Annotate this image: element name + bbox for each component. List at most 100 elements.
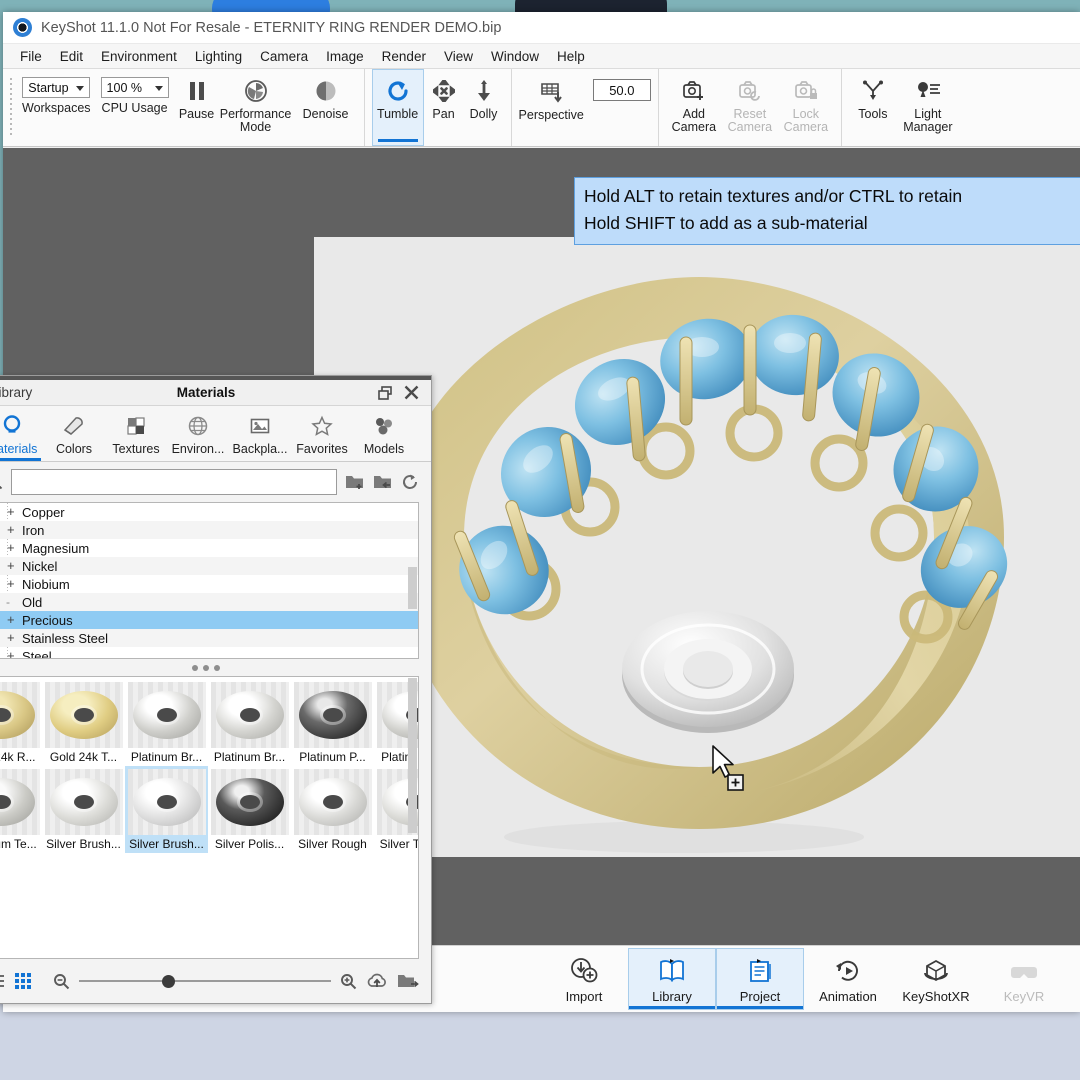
grid-view-icon[interactable] — [14, 972, 32, 990]
cloud-upload-icon[interactable] — [366, 972, 388, 990]
panel-splitter-handle[interactable] — [0, 659, 431, 676]
material-thumb[interactable]: Platinum Br... — [125, 679, 208, 766]
workspaces-control[interactable]: Startup Workspaces — [22, 69, 91, 146]
tree-expander[interactable]: + — [7, 577, 15, 590]
zoom-out-icon[interactable] — [53, 973, 70, 990]
tumble-button[interactable]: Tumble — [371, 69, 424, 146]
reset-camera-icon — [738, 78, 762, 104]
undock-icon[interactable] — [378, 385, 392, 400]
thumbnail-size-slider[interactable] — [79, 974, 331, 988]
tree-item-steel[interactable]: + Steel — [0, 647, 418, 659]
material-thumbnail-grid[interactable]: Gold 24k R... Gold 24k T... Platinum Br.… — [0, 676, 419, 959]
tab-models[interactable]: Models — [353, 407, 415, 461]
toolbar-group-perspective: Perspective 50.0 — [512, 69, 659, 146]
library-book-icon — [657, 955, 687, 987]
tree-expander[interactable]: + — [7, 505, 15, 518]
nav-animation-button[interactable]: Animation — [804, 948, 892, 1010]
menu-lighting[interactable]: Lighting — [186, 46, 251, 67]
tree-item-niobium[interactable]: + Niobium — [0, 575, 418, 593]
pan-button[interactable]: Pan — [424, 69, 464, 146]
tree-item-magnesium[interactable]: + Magnesium — [0, 539, 418, 557]
tree-expander[interactable]: + — [7, 541, 15, 554]
cpu-usage-combo[interactable]: 100 % — [100, 77, 169, 98]
tree-scrollbar[interactable] — [408, 567, 417, 609]
add-camera-button[interactable]: Add Camera — [666, 69, 722, 146]
material-preview — [0, 682, 40, 748]
tree-expander[interactable]: - — [6, 595, 10, 609]
grip-dot — [203, 664, 209, 671]
performance-mode-button[interactable]: Performance Mode — [217, 69, 295, 146]
material-thumb[interactable]: Platinum Br... — [208, 679, 291, 766]
light-manager-button[interactable]: Light Manager — [897, 69, 959, 146]
slider-handle[interactable] — [162, 974, 176, 988]
refresh-icon[interactable] — [401, 473, 419, 491]
nav-project-button[interactable]: Project — [716, 948, 804, 1010]
material-thumb[interactable]: Silver Rough — [291, 766, 374, 853]
performance-mode-icon — [244, 78, 268, 104]
menu-file[interactable]: File — [11, 46, 51, 67]
material-thumb[interactable]: Silver Polis... — [208, 766, 291, 853]
add-folder-icon[interactable] — [345, 473, 365, 491]
tree-expander[interactable]: + — [7, 631, 15, 644]
material-preview — [44, 769, 123, 835]
import-folder-icon[interactable] — [373, 473, 393, 491]
panel-title-bar[interactable]: Library Materials — [0, 376, 431, 406]
tree-item-nickel[interactable]: + Nickel — [0, 557, 418, 575]
perspective-value-field[interactable]: 50.0 — [592, 79, 651, 101]
menu-window[interactable]: Window — [482, 46, 548, 67]
menu-edit[interactable]: Edit — [51, 46, 92, 67]
tab-materials[interactable]: Materials — [0, 407, 43, 461]
material-thumb[interactable]: Silver Brush... — [42, 766, 125, 853]
tree-item-precious[interactable]: + Precious — [0, 611, 418, 629]
material-thumb[interactable]: Platinum Te... — [0, 766, 42, 853]
toolbar-drag-grip[interactable] — [7, 69, 15, 146]
tree-item-stainless-steel[interactable]: + Stainless Steel — [0, 629, 418, 647]
dolly-button[interactable]: Dolly — [464, 69, 504, 146]
material-thumb[interactable]: Platinum P... — [291, 679, 374, 766]
tree-expander[interactable]: + — [7, 523, 15, 536]
material-thumb[interactable]: Gold 24k T... — [42, 679, 125, 766]
material-category-tree[interactable]: + Copper + Iron + Magnesium + Nickel + N… — [0, 502, 419, 659]
search-input[interactable] — [11, 469, 337, 495]
tree-expander[interactable]: + — [7, 649, 15, 658]
tools-label: Tools — [858, 107, 888, 121]
image-icon — [248, 413, 272, 439]
material-thumb[interactable]: Gold 24k R... — [0, 679, 42, 766]
open-folder-icon[interactable] — [397, 972, 419, 990]
nav-library-button[interactable]: Library — [628, 948, 716, 1010]
pause-button[interactable]: Pause — [177, 69, 217, 146]
denoise-button[interactable]: Denoise — [295, 69, 357, 146]
zoom-in-icon[interactable] — [340, 973, 357, 990]
list-view-icon[interactable] — [0, 973, 5, 989]
material-thumb-selected[interactable]: Silver Brush... — [125, 766, 208, 853]
menu-image[interactable]: Image — [317, 46, 373, 67]
cpu-usage-control[interactable]: 100 % CPU Usage — [100, 69, 169, 146]
tab-colors[interactable]: Colors — [43, 407, 105, 461]
tree-expander[interactable]: + — [7, 613, 15, 626]
tab-backplates[interactable]: Backpla... — [229, 407, 291, 461]
menu-camera[interactable]: Camera — [251, 46, 317, 67]
thumbnail-scrollbar[interactable] — [408, 678, 417, 833]
tools-button[interactable]: Tools — [849, 69, 897, 146]
toolbar-group-render: Startup Workspaces 100 % CPU Usage Pause… — [15, 69, 365, 146]
tree-expander[interactable]: + — [7, 559, 15, 572]
workspaces-combo[interactable]: Startup — [22, 77, 91, 98]
menu-environment[interactable]: Environment — [92, 46, 186, 67]
tree-item-iron[interactable]: + Iron — [0, 521, 418, 539]
tree-item-copper[interactable]: + Copper — [0, 503, 418, 521]
menu-view[interactable]: View — [435, 46, 482, 67]
material-label: Gold 24k R... — [0, 750, 36, 764]
menu-help[interactable]: Help — [548, 46, 594, 67]
nav-keyshotxr-button[interactable]: KeyShotXR — [892, 948, 980, 1010]
tools-icon — [861, 78, 885, 104]
library-materials-panel[interactable]: Library Materials — [0, 375, 432, 1004]
nav-import-button[interactable]: Import — [540, 948, 628, 1010]
tab-environments[interactable]: Environ... — [167, 407, 229, 461]
tab-textures[interactable]: Textures — [105, 407, 167, 461]
nav-keyshotxr-label: KeyShotXR — [902, 988, 970, 1004]
close-icon[interactable] — [404, 385, 419, 400]
tab-favorites[interactable]: Favorites — [291, 407, 353, 461]
menu-render[interactable]: Render — [373, 46, 435, 67]
tree-item-old[interactable]: - Old — [0, 593, 418, 611]
lock-camera-label: Lock Camera — [783, 107, 829, 134]
